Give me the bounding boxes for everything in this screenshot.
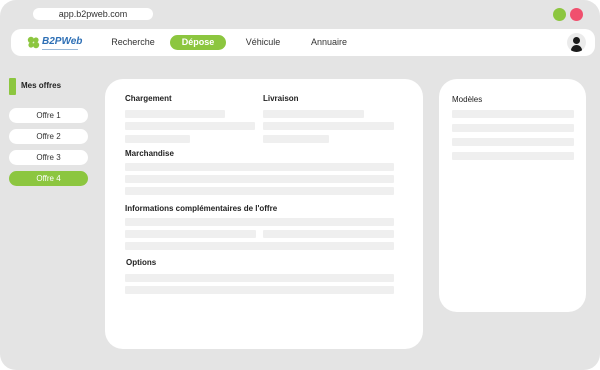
livraison-field-3[interactable]: [263, 135, 329, 143]
livraison-field-1[interactable]: [263, 110, 364, 118]
nav-item-depose[interactable]: Dépose: [170, 35, 226, 50]
modeles-title: Modèles: [452, 95, 483, 104]
logo-tagline: [42, 49, 78, 50]
modele-item-1[interactable]: [452, 110, 574, 118]
section-livraison-label: Livraison: [263, 94, 299, 103]
nav-item-vehicule[interactable]: Véhicule: [237, 35, 289, 50]
nav-item-annuaire[interactable]: Annuaire: [302, 35, 356, 50]
options-field-2[interactable]: [125, 286, 394, 294]
informations-field-2[interactable]: [125, 230, 256, 238]
chargement-field-3[interactable]: [125, 135, 190, 143]
informations-field-4[interactable]: [125, 242, 394, 250]
logo-puzzle-icon: [27, 36, 40, 48]
section-options-label: Options: [126, 258, 157, 267]
sidebar-item-offre-4[interactable]: Offre 4: [9, 171, 88, 186]
logo-text: B2PWeb: [42, 36, 83, 47]
modeles-panel: Modèles: [439, 79, 586, 312]
sidebar-item-offre-1[interactable]: Offre 1: [9, 108, 88, 123]
sidebar-item-offre-3[interactable]: Offre 3: [9, 150, 88, 165]
navbar: B2PWeb Recherche Dépose Véhicule Annuair…: [11, 29, 595, 56]
user-icon[interactable]: [567, 33, 586, 52]
b2pweb-logo[interactable]: B2PWeb: [27, 34, 82, 50]
window-green-button[interactable]: [553, 8, 566, 21]
modele-item-4[interactable]: [452, 152, 574, 160]
section-informations-label: Informations complémentaires de l'offre: [125, 204, 278, 213]
user-icon-body: [571, 45, 582, 52]
sidebar-title-marker: [9, 78, 16, 95]
window-red-button[interactable]: [570, 8, 583, 21]
livraison-field-2[interactable]: [263, 122, 394, 130]
sidebar-item-offre-2[interactable]: Offre 2: [9, 129, 88, 144]
informations-field-1[interactable]: [125, 218, 394, 226]
section-chargement-label: Chargement: [125, 94, 172, 103]
url-bar[interactable]: app.b2pweb.com: [33, 8, 153, 20]
marchandise-field-1[interactable]: [125, 163, 394, 171]
nav-item-recherche[interactable]: Recherche: [107, 35, 159, 50]
marchandise-field-2[interactable]: [125, 175, 394, 183]
offer-form-panel: Chargement Livraison Marchandise Informa…: [105, 79, 423, 349]
modele-item-3[interactable]: [452, 138, 574, 146]
sidebar-title: Mes offres: [21, 81, 62, 90]
options-field-1[interactable]: [125, 274, 394, 282]
marchandise-field-3[interactable]: [125, 187, 394, 195]
chargement-field-2[interactable]: [125, 122, 255, 130]
section-marchandise-label: Marchandise: [125, 149, 174, 158]
informations-field-3[interactable]: [263, 230, 394, 238]
user-icon-head: [573, 37, 580, 44]
chargement-field-1[interactable]: [125, 110, 225, 118]
modele-item-2[interactable]: [452, 124, 574, 132]
browser-window: app.b2pweb.com B2PWeb Recherche Dépose V…: [0, 0, 600, 370]
